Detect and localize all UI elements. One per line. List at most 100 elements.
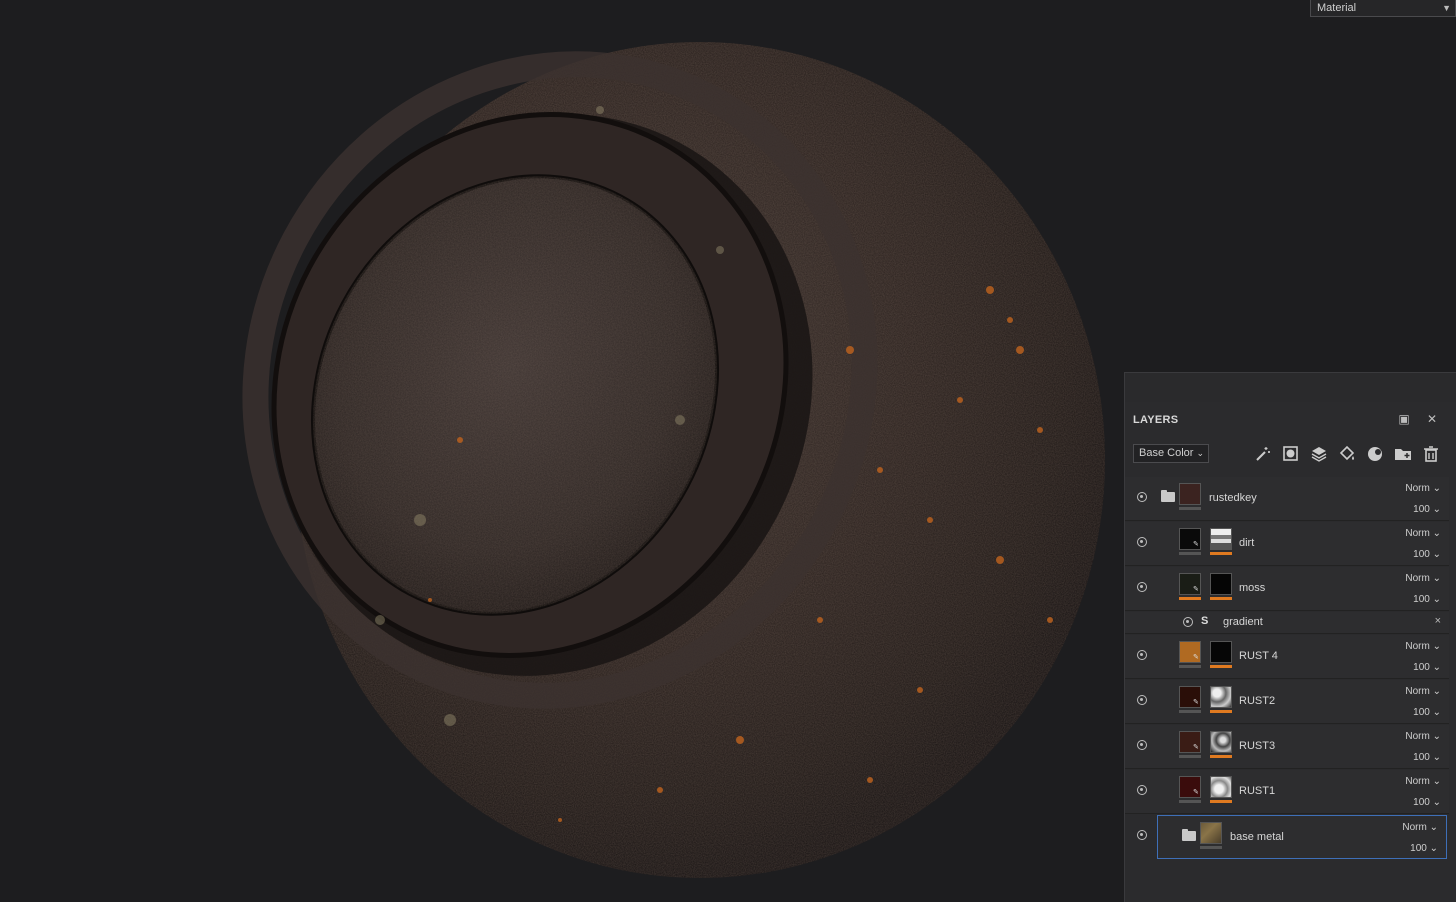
visibility-eye-icon[interactable] [1137,785,1147,795]
visibility-eye-icon[interactable] [1137,830,1147,840]
layer-name: RUST 4 [1239,650,1278,662]
opacity-value: 100 [1413,662,1430,673]
mask-thumbnail[interactable] [1210,731,1232,753]
blend-mode-select[interactable]: Norm ⌄ [1405,641,1441,652]
layer-name: moss [1239,582,1266,594]
layer-row-rust2[interactable]: ✎ RUST2 Norm ⌄ 100 ⌄ [1125,680,1449,724]
add-mask-icon[interactable] [1281,444,1301,464]
paint-brush-icon: ✎ [1193,699,1199,706]
opacity-select[interactable]: 100 ⌄ [1413,662,1441,673]
mask-thumbnail[interactable] [1210,528,1232,550]
mask-thumbnail[interactable] [1210,573,1232,595]
folder-icon[interactable] [1182,829,1196,841]
layer-name: RUST1 [1239,785,1276,797]
viewport-channel-label: Material [1317,2,1357,14]
layer-name: dirt [1239,537,1255,549]
visibility-eye-icon[interactable] [1137,650,1147,660]
remove-effect-icon[interactable]: × [1435,615,1441,627]
panel-tab-strip [1124,372,1456,402]
blend-mode-label: Norm [1405,528,1430,539]
blend-mode-label: Norm [1405,641,1430,652]
thumbnail-bar [1179,552,1201,555]
visibility-eye-icon[interactable] [1137,492,1147,502]
blend-mode-select[interactable]: Norm ⌄ [1402,822,1438,833]
opacity-select[interactable]: 100 ⌄ [1413,797,1441,808]
layer-name: rustedkey [1209,492,1257,504]
visibility-eye-icon[interactable] [1137,582,1147,592]
chevron-down-icon: ⌄ [1196,448,1204,458]
effect-name: gradient [1223,616,1263,628]
chevron-down-icon: ▼ [1442,3,1451,13]
opacity-select[interactable]: 100 ⌄ [1413,707,1441,718]
blend-mode-label: Norm [1405,573,1430,584]
thumbnail-bar [1179,507,1201,510]
visibility-eye-icon[interactable] [1137,537,1147,547]
layer-row-base-metal[interactable]: base metal Norm ⌄ 100 ⌄ [1157,815,1447,859]
mask-thumbnail[interactable] [1210,641,1232,663]
visibility-eye-icon[interactable] [1183,617,1193,627]
paint-brush-icon: ✎ [1193,654,1199,661]
channel-dropdown-label: Base Color [1139,447,1194,459]
layer-row-rust3[interactable]: ✎ RUST3 Norm ⌄ 100 ⌄ [1125,725,1449,769]
mask-thumbnail[interactable] [1210,776,1232,798]
add-folder-icon[interactable] [1393,444,1413,464]
blend-mode-select[interactable]: Norm ⌄ [1405,776,1441,787]
opacity-value: 100 [1413,752,1430,763]
effect-row-gradient[interactable]: S gradient × [1125,612,1449,634]
layer-row-dirt[interactable]: ✎ dirt Norm ⌄ 100 ⌄ [1125,522,1449,566]
visibility-eye-icon[interactable] [1137,740,1147,750]
blend-mode-select[interactable]: Norm ⌄ [1405,483,1441,494]
thumbnail-bar [1200,846,1222,849]
mask-bar [1210,552,1232,555]
thumbnail-bar [1179,755,1201,758]
viewport-channel-select[interactable]: Material ▼ [1310,0,1456,17]
blend-mode-label: Norm [1405,483,1430,494]
close-icon[interactable]: ✕ [1425,412,1439,426]
delete-icon[interactable] [1421,444,1441,464]
add-fill-layer-icon[interactable] [1337,444,1357,464]
mask-thumbnail[interactable] [1210,686,1232,708]
paint-brush-icon: ✎ [1193,789,1199,796]
opacity-select[interactable]: 100 ⌄ [1413,549,1441,560]
substance-generator-icon: S [1201,615,1209,627]
opacity-value: 100 [1413,707,1430,718]
opacity-select[interactable]: 100 ⌄ [1413,752,1441,763]
opacity-value: 100 [1410,843,1427,854]
opacity-value: 100 [1413,797,1430,808]
opacity-select[interactable]: 100 ⌄ [1413,504,1441,515]
blend-mode-label: Norm [1402,822,1427,833]
paint-brush-icon: ✎ [1193,744,1199,751]
layer-thumbnail: ✎ [1179,776,1201,798]
channel-dropdown[interactable]: Base Color ⌄ [1133,444,1209,463]
layer-thumbnail [1200,822,1222,844]
layer-name: RUST2 [1239,695,1276,707]
blend-mode-label: Norm [1405,731,1430,742]
layer-row-rustedkey[interactable]: rustedkey Norm ⌄ 100 ⌄ [1125,477,1449,521]
opacity-select[interactable]: 100 ⌄ [1413,594,1441,605]
paint-brush-icon: ✎ [1193,586,1199,593]
maximize-icon[interactable]: ▣ [1397,412,1411,426]
visibility-eye-icon[interactable] [1137,695,1147,705]
open-folder-icon[interactable] [1161,490,1175,502]
layer-thumbnail [1179,483,1201,505]
blend-mode-select[interactable]: Norm ⌄ [1405,731,1441,742]
blend-mode-select[interactable]: Norm ⌄ [1405,573,1441,584]
magic-wand-icon[interactable] [1253,444,1273,464]
blend-mode-select[interactable]: Norm ⌄ [1405,528,1441,539]
opacity-value: 100 [1413,504,1430,515]
thumbnail-bar [1179,800,1201,803]
layer-row-rust-4[interactable]: ✎ RUST 4 Norm ⌄ 100 ⌄ [1125,635,1449,679]
mask-bar [1210,710,1232,713]
layer-row-rust1[interactable]: ✎ RUST1 Norm ⌄ 100 ⌄ [1125,770,1449,814]
blend-mode-select[interactable]: Norm ⌄ [1405,686,1441,697]
layer-thumbnail: ✎ [1179,686,1201,708]
layer-name: base metal [1230,831,1284,843]
layers-panel: LAYERS ▣ ✕ Base Color ⌄ rustedkey Norm ⌄… [1124,402,1456,902]
layer-thumbnail: ✎ [1179,731,1201,753]
opacity-select[interactable]: 100 ⌄ [1410,843,1438,854]
layer-thumbnail: ✎ [1179,573,1201,595]
add-filter-icon[interactable] [1365,444,1385,464]
layer-thumbnail: ✎ [1179,528,1201,550]
add-layer-icon[interactable] [1309,444,1329,464]
layer-row-moss[interactable]: ✎ moss Norm ⌄ 100 ⌄ [1125,567,1449,611]
